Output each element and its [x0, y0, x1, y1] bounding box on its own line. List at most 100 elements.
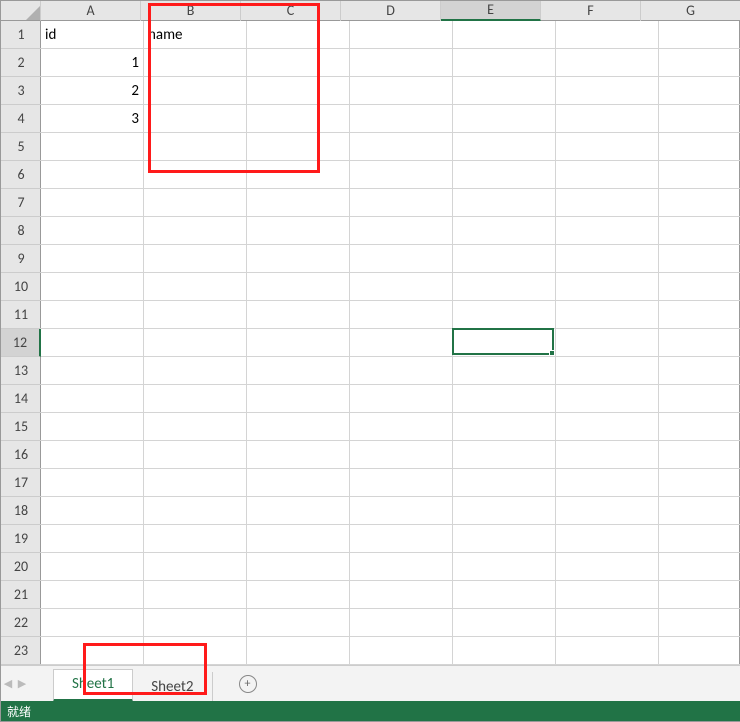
cell-D21[interactable]: [350, 581, 453, 609]
cell-E8[interactable]: [453, 217, 556, 245]
cell-E22[interactable]: [453, 609, 556, 637]
cell-A9[interactable]: [41, 245, 144, 273]
cell-C21[interactable]: [247, 581, 350, 609]
row-header-8[interactable]: 8: [1, 217, 41, 245]
cell-A4[interactable]: 3: [41, 105, 144, 133]
cell-C20[interactable]: [247, 553, 350, 581]
cell-G19[interactable]: [659, 525, 740, 553]
cell-F19[interactable]: [556, 525, 659, 553]
cell-F3[interactable]: [556, 77, 659, 105]
cell-C22[interactable]: [247, 609, 350, 637]
cell-A11[interactable]: [41, 301, 144, 329]
row-header-12[interactable]: 12: [1, 329, 41, 357]
cell-A15[interactable]: [41, 413, 144, 441]
column-header-E[interactable]: E: [441, 1, 541, 21]
cell-B22[interactable]: [144, 609, 247, 637]
cell-F16[interactable]: [556, 441, 659, 469]
cell-C5[interactable]: [247, 133, 350, 161]
cell-G3[interactable]: [659, 77, 740, 105]
column-header-C[interactable]: C: [241, 1, 341, 21]
cell-A19[interactable]: [41, 525, 144, 553]
cell-A20[interactable]: [41, 553, 144, 581]
row-header-19[interactable]: 19: [1, 525, 41, 553]
cell-G9[interactable]: [659, 245, 740, 273]
cell-A2[interactable]: 1: [41, 49, 144, 77]
cell-F7[interactable]: [556, 189, 659, 217]
cell-D17[interactable]: [350, 469, 453, 497]
cell-F4[interactable]: [556, 105, 659, 133]
row-header-23[interactable]: 23: [1, 637, 41, 665]
cell-E9[interactable]: [453, 245, 556, 273]
cell-A14[interactable]: [41, 385, 144, 413]
row-header-13[interactable]: 13: [1, 357, 41, 385]
column-header-A[interactable]: A: [41, 1, 141, 21]
cell-G21[interactable]: [659, 581, 740, 609]
row-header-21[interactable]: 21: [1, 581, 41, 609]
cell-F5[interactable]: [556, 133, 659, 161]
cell-G23[interactable]: [659, 637, 740, 665]
cell-C9[interactable]: [247, 245, 350, 273]
cell-C12[interactable]: [247, 329, 350, 357]
cell-E21[interactable]: [453, 581, 556, 609]
cell-E14[interactable]: [453, 385, 556, 413]
column-header-F[interactable]: F: [541, 1, 641, 21]
cell-G8[interactable]: [659, 217, 740, 245]
cell-B20[interactable]: [144, 553, 247, 581]
cell-E16[interactable]: [453, 441, 556, 469]
row-header-14[interactable]: 14: [1, 385, 41, 413]
cell-C19[interactable]: [247, 525, 350, 553]
cell-E2[interactable]: [453, 49, 556, 77]
cell-F21[interactable]: [556, 581, 659, 609]
cell-D19[interactable]: [350, 525, 453, 553]
cell-D2[interactable]: [350, 49, 453, 77]
cell-F15[interactable]: [556, 413, 659, 441]
cell-D4[interactable]: [350, 105, 453, 133]
cell-B11[interactable]: [144, 301, 247, 329]
cell-A18[interactable]: [41, 497, 144, 525]
cell-C18[interactable]: [247, 497, 350, 525]
cell-B2[interactable]: [144, 49, 247, 77]
cell-F17[interactable]: [556, 469, 659, 497]
cell-A21[interactable]: [41, 581, 144, 609]
cell-F22[interactable]: [556, 609, 659, 637]
cell-F10[interactable]: [556, 273, 659, 301]
row-header-3[interactable]: 3: [1, 77, 41, 105]
cell-G16[interactable]: [659, 441, 740, 469]
cell-E19[interactable]: [453, 525, 556, 553]
cell-E13[interactable]: [453, 357, 556, 385]
cell-F2[interactable]: [556, 49, 659, 77]
cell-E10[interactable]: [453, 273, 556, 301]
cell-A10[interactable]: [41, 273, 144, 301]
cell-G22[interactable]: [659, 609, 740, 637]
cell-C6[interactable]: [247, 161, 350, 189]
cell-E6[interactable]: [453, 161, 556, 189]
row-header-1[interactable]: 1: [1, 21, 41, 49]
cell-C3[interactable]: [247, 77, 350, 105]
cell-A7[interactable]: [41, 189, 144, 217]
cell-B7[interactable]: [144, 189, 247, 217]
cell-G12[interactable]: [659, 329, 740, 357]
cell-A16[interactable]: [41, 441, 144, 469]
cell-E11[interactable]: [453, 301, 556, 329]
cell-G14[interactable]: [659, 385, 740, 413]
cell-B6[interactable]: [144, 161, 247, 189]
cell-E17[interactable]: [453, 469, 556, 497]
cell-C23[interactable]: [247, 637, 350, 665]
cell-G4[interactable]: [659, 105, 740, 133]
cell-G15[interactable]: [659, 413, 740, 441]
select-all-corner[interactable]: [1, 1, 41, 21]
cell-G6[interactable]: [659, 161, 740, 189]
cell-D5[interactable]: [350, 133, 453, 161]
cell-A12[interactable]: [41, 329, 144, 357]
cell-D10[interactable]: [350, 273, 453, 301]
cell-B21[interactable]: [144, 581, 247, 609]
tab-nav-prev-icon[interactable]: ◀: [1, 666, 15, 702]
sheet-tab-sheet2[interactable]: Sheet2: [133, 672, 212, 702]
cell-B19[interactable]: [144, 525, 247, 553]
cell-G13[interactable]: [659, 357, 740, 385]
cell-C16[interactable]: [247, 441, 350, 469]
cell-G1[interactable]: [659, 21, 740, 49]
row-header-22[interactable]: 22: [1, 609, 41, 637]
cell-C7[interactable]: [247, 189, 350, 217]
cell-E23[interactable]: [453, 637, 556, 665]
